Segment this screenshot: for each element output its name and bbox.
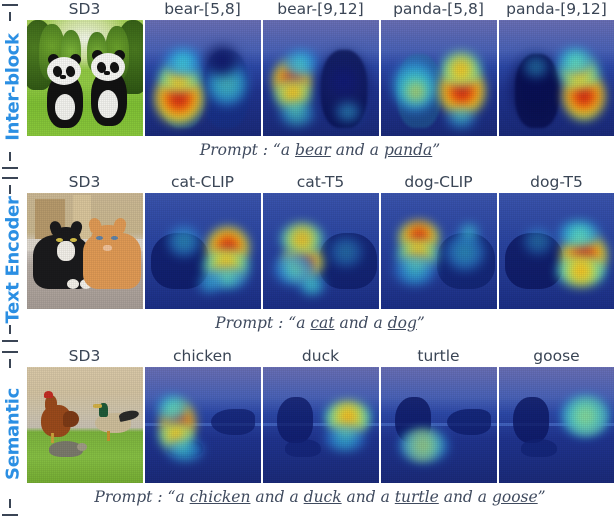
row-prompt-caption: Prompt : “a chicken and a duck and a tur…: [26, 488, 614, 506]
heatmap-panel-duck: [263, 367, 379, 483]
prompt-seg: and a: [334, 314, 388, 332]
column-header: dog-T5: [530, 173, 583, 191]
image-panel-sd3-birds: [27, 367, 143, 483]
axis-cap-bottom-icon: [2, 340, 18, 342]
prompt-prefix: Prompt :: [199, 141, 268, 159]
axis-cap-top-icon: [2, 351, 18, 353]
row-prompt-caption: Prompt : “a cat and a dog”: [26, 314, 614, 332]
prompt-seg: and a: [250, 488, 304, 506]
row-axis-inter-block: Inter-block: [0, 0, 26, 173]
prompt-seg-underlined: dog: [387, 314, 417, 332]
prompt-prefix: Prompt :: [94, 488, 163, 506]
axis-tick-bottom-icon: [9, 325, 11, 334]
prompt-seg: a: [175, 488, 190, 506]
prompt-seg: and a: [341, 488, 395, 506]
column-headers-row1: SD3 bear-[5,8] bear-[9,12] panda-[5,8] p…: [26, 0, 614, 19]
heatmap-panel-dog-clip: [381, 193, 497, 309]
heatmap-panel-turtle: [381, 367, 497, 483]
panels-row1: [27, 20, 614, 136]
prompt-seg-underlined: goose: [491, 488, 538, 506]
prompt-seg-underlined: bear: [295, 141, 331, 159]
row-axis-semantic: Semantic: [0, 347, 26, 520]
row-prompt-caption: Prompt : “a bear and a panda”: [26, 141, 614, 159]
row-axis-label: Text Encoder: [2, 195, 24, 324]
axis-cap-bottom-icon: [2, 514, 18, 516]
prompt-seg-underlined: cat: [310, 314, 335, 332]
row-axis-text-encoder: Text Encoder: [0, 173, 26, 346]
figure-row-inter-block: Inter-block SD3 bear-[5,8] bear-[9,12] p…: [0, 0, 614, 173]
prompt-prefix: Prompt :: [215, 314, 284, 332]
heatmap-panel-panda-9-12: [499, 20, 614, 136]
prompt-seg: a: [280, 141, 296, 159]
column-header: panda-[5,8]: [393, 0, 484, 18]
prompt-seg-underlined: duck: [303, 488, 342, 506]
column-header: cat-CLIP: [170, 173, 235, 191]
prompt-close-quote: ”: [537, 488, 546, 506]
column-header: duck: [301, 347, 340, 365]
heatmap-panel-cat-t5: [263, 193, 379, 309]
figure-row-semantic: Semantic SD3 chicken duck turtle goose P…: [0, 347, 614, 520]
prompt-seg: and a: [330, 141, 384, 159]
column-header: bear-[9,12]: [277, 0, 364, 18]
column-headers-row3: SD3 chicken duck turtle goose: [26, 347, 614, 366]
heatmap-panel-bear-9-12: [263, 20, 379, 136]
row-axis-label: Semantic: [2, 387, 24, 480]
column-header: SD3: [68, 0, 101, 18]
axis-cap-bottom-icon: [2, 167, 18, 169]
prompt-seg-underlined: chicken: [189, 488, 251, 506]
heatmap-panel-panda-5-8: [381, 20, 497, 136]
column-header: goose: [533, 347, 580, 365]
heatmap-panel-goose: [499, 367, 614, 483]
column-header: SD3: [68, 347, 101, 365]
prompt-seg-underlined: turtle: [394, 488, 439, 506]
column-header: turtle: [417, 347, 460, 365]
prompt-seg: a: [296, 314, 311, 332]
image-panel-sd3-pandas: [27, 20, 143, 136]
column-header: chicken: [173, 347, 232, 365]
column-header: bear-[5,8]: [164, 0, 241, 18]
row-axis-label: Inter-block: [2, 32, 24, 141]
prompt-seg-underlined: panda: [383, 141, 433, 159]
column-headers-row2: SD3 cat-CLIP cat-T5 dog-CLIP dog-T5: [26, 173, 614, 192]
panels-row3: [27, 367, 614, 483]
panels-row2: [27, 193, 614, 309]
figure-root: Inter-block SD3 bear-[5,8] bear-[9,12] p…: [0, 0, 614, 520]
axis-tick-bottom-icon: [9, 152, 11, 161]
prompt-close-quote: ”: [416, 314, 425, 332]
heatmap-panel-bear-5-8: [145, 20, 261, 136]
prompt-open-quote: “: [288, 314, 297, 332]
axis-cap-top-icon: [2, 4, 18, 6]
column-header: dog-CLIP: [404, 173, 473, 191]
heatmap-panel-dog-t5: [499, 193, 614, 309]
image-panel-sd3-cats: [27, 193, 143, 309]
prompt-seg: and a: [438, 488, 492, 506]
heatmap-panel-cat-clip: [145, 193, 261, 309]
prompt-close-quote: ”: [432, 141, 441, 159]
figure-row-text-encoder: Text Encoder SD3 cat-CLIP cat-T5 dog-CLI…: [0, 173, 614, 346]
column-header: panda-[9,12]: [506, 0, 607, 18]
heatmap-panel-chicken: [145, 367, 261, 483]
column-header: SD3: [68, 173, 101, 191]
axis-tick-bottom-icon: [9, 499, 11, 508]
column-header: cat-T5: [296, 173, 345, 191]
prompt-open-quote: “: [272, 141, 281, 159]
